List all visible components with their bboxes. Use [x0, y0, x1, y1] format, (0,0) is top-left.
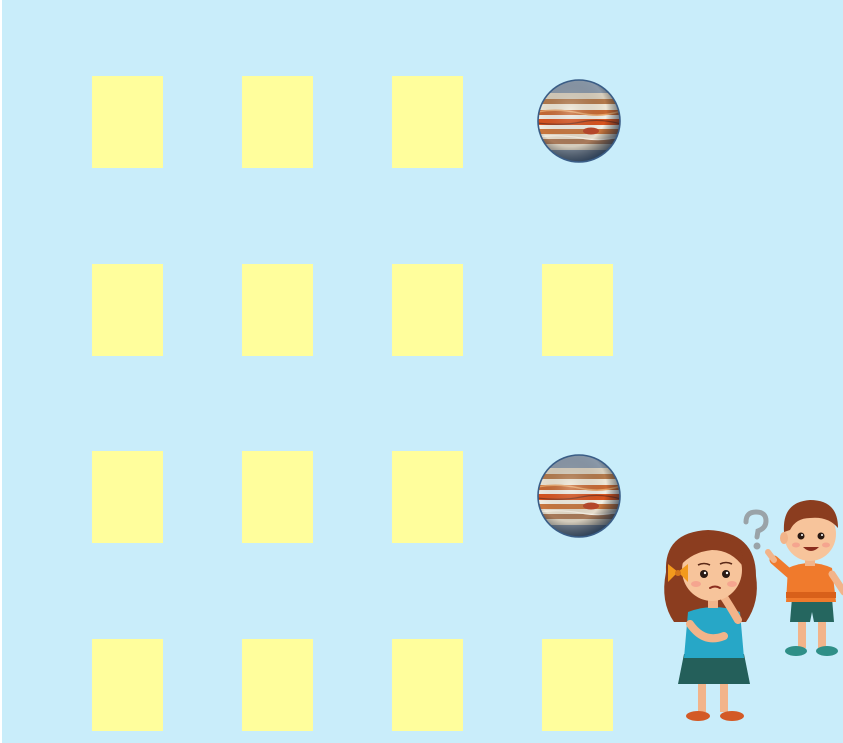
jupiter-planet-icon [536, 454, 621, 542]
memory-card-row1-col1[interactable] [92, 76, 163, 168]
memory-card-row1-col2[interactable] [242, 76, 313, 168]
revealed-card-jupiter-planet[interactable] [536, 79, 621, 163]
memory-card-row2-col2[interactable] [242, 264, 313, 356]
memory-card-row2-col4[interactable] [542, 264, 613, 356]
memory-card-row4-col4[interactable] [542, 639, 613, 731]
memory-card-row4-col1[interactable] [92, 639, 163, 731]
game-board [2, 0, 843, 743]
memory-card-row2-col3[interactable] [392, 264, 463, 356]
girl-character [664, 530, 757, 721]
jupiter-planet-icon [536, 79, 621, 167]
two-kids-thinking-illustration [660, 494, 843, 726]
question-mark-icon [743, 509, 769, 550]
boy-character [765, 500, 843, 656]
memory-card-row1-col3[interactable] [392, 76, 463, 168]
revealed-card-jupiter-planet[interactable] [536, 454, 621, 538]
memory-card-row3-col1[interactable] [92, 451, 163, 543]
memory-card-row2-col1[interactable] [92, 264, 163, 356]
memory-card-row4-col3[interactable] [392, 639, 463, 731]
memory-card-row4-col2[interactable] [242, 639, 313, 731]
memory-card-row3-col2[interactable] [242, 451, 313, 543]
memory-card-row3-col3[interactable] [392, 451, 463, 543]
